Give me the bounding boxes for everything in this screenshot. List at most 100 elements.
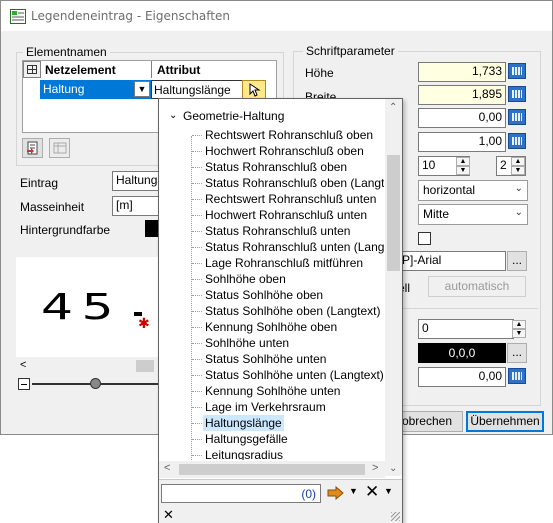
tree-item[interactable]: Sohlhöhe unten bbox=[203, 335, 291, 351]
calculator-icon[interactable] bbox=[508, 133, 526, 149]
spin-down-icon[interactable]: ▼ bbox=[511, 166, 525, 175]
option-checkbox[interactable] bbox=[418, 232, 431, 245]
tree-item[interactable]: Haltungsgefälle bbox=[203, 431, 290, 447]
preview-hscroll[interactable]: < bbox=[16, 359, 160, 374]
tree-item[interactable]: Hochwert Rohranschluß oben bbox=[203, 143, 366, 159]
masseinheit-field[interactable]: [m] bbox=[112, 196, 162, 216]
tree-connector bbox=[192, 183, 202, 184]
cursor-icon bbox=[249, 83, 261, 97]
clear-icon[interactable]: ✕ bbox=[365, 482, 379, 502]
tree-item[interactable]: Rechtswert Rohranschluß oben bbox=[203, 127, 375, 143]
spin-down-icon[interactable]: ▼ bbox=[512, 329, 526, 338]
tree-item[interactable]: Status Sohlhöhe oben (Langtext) bbox=[203, 303, 382, 319]
tree-root[interactable]: Geometrie-Haltung bbox=[183, 109, 284, 123]
font-field[interactable]: P]-Arial bbox=[398, 251, 506, 271]
zoom-slider-thumb[interactable] bbox=[90, 378, 101, 389]
tree-hscroll-thumb[interactable] bbox=[179, 464, 365, 475]
tree-item[interactable]: Hochwert Rohranschluß unten bbox=[203, 207, 369, 223]
tree-connector bbox=[192, 263, 202, 264]
tree-item[interactable]: Status Sohlhöhe unten bbox=[203, 351, 328, 367]
attribut-picker-button[interactable] bbox=[242, 80, 266, 99]
alignment-combo-value: horizontal bbox=[423, 183, 476, 197]
tree-item[interactable]: Status Rohranschluß oben bbox=[203, 159, 349, 175]
cell-netzelement[interactable]: Haltung ▼ bbox=[40, 80, 151, 99]
arrow-right-icon[interactable] bbox=[327, 486, 345, 500]
preview-area: 45 ✱ bbox=[16, 257, 160, 357]
tree-item[interactable]: Status Rohranschluß unten (Langtext) bbox=[203, 239, 384, 255]
cell-attribut-text: Haltungslänge bbox=[154, 83, 231, 97]
param-field-last[interactable]: 0,00 bbox=[418, 367, 506, 387]
tree-connector bbox=[192, 375, 202, 376]
tree-connector bbox=[192, 407, 202, 408]
chevron-down-icon[interactable]: ⌄ bbox=[169, 110, 177, 121]
row-indicator bbox=[23, 80, 39, 97]
chevron-down-icon[interactable]: ▼ bbox=[134, 81, 150, 97]
tree-item[interactable]: Sohlhöhe oben bbox=[203, 271, 288, 287]
alignment-combo[interactable]: horizontal ⌄ bbox=[418, 180, 528, 201]
automatisch-button[interactable]: automatisch bbox=[428, 276, 526, 297]
scroll-right-icon[interactable]: > bbox=[372, 462, 378, 474]
param-field-4[interactable]: 1,00 bbox=[418, 132, 506, 152]
vertical-align-combo-value: Mitte bbox=[423, 207, 450, 221]
scroll-up-icon[interactable]: ⌃ bbox=[389, 102, 397, 113]
add-entry-button[interactable] bbox=[22, 138, 43, 158]
tree-item[interactable]: Kennung Sohlhöhe unten bbox=[203, 383, 342, 399]
spin-up-icon[interactable]: ▲ bbox=[512, 320, 526, 329]
chevron-down-icon[interactable]: ▼ bbox=[384, 486, 393, 496]
eintrag-label: Eintrag bbox=[20, 176, 59, 190]
tree-vscroll[interactable]: ⌃ ⌄ bbox=[385, 99, 402, 476]
hoehe-field[interactable]: 1,733 bbox=[418, 62, 506, 82]
chevron-down-icon[interactable]: ⌄ bbox=[515, 207, 523, 218]
zoom-out-icon[interactable] bbox=[18, 378, 30, 390]
param-field-3[interactable]: 0,00 bbox=[418, 108, 506, 128]
tree-item[interactable]: Status Rohranschluß unten bbox=[203, 223, 352, 239]
remove-entry-button[interactable] bbox=[49, 138, 70, 158]
zoom-slider[interactable] bbox=[16, 376, 160, 392]
font-ellipsis-button[interactable]: ... bbox=[507, 251, 527, 271]
window-title: Legendeneintrag - Eigenschaften bbox=[31, 9, 230, 23]
tree-item[interactable]: Status Sohlhöhe unten (Langtext) bbox=[203, 367, 384, 383]
tree-scroll-thumb[interactable] bbox=[387, 155, 400, 271]
breite-field[interactable]: 1,895 bbox=[418, 85, 506, 105]
scroll-down-icon[interactable]: ⌄ bbox=[389, 463, 397, 474]
calculator-icon[interactable] bbox=[508, 109, 526, 125]
preview-scroll-thumb[interactable] bbox=[136, 360, 154, 372]
eintrag-field[interactable]: Haltungsl bbox=[112, 171, 162, 191]
scroll-left-icon[interactable]: < bbox=[164, 462, 170, 474]
tree-connector bbox=[192, 199, 202, 200]
tree-search-input[interactable]: (0) bbox=[161, 484, 321, 503]
spin-up-icon[interactable]: ▲ bbox=[511, 157, 525, 166]
tree-item[interactable]: Status Sohlhöhe oben bbox=[203, 287, 325, 303]
tree-item[interactable]: Leitungsradius bbox=[203, 447, 285, 460]
font-color-field[interactable]: 0,0,0 bbox=[418, 343, 506, 363]
tree-hscroll[interactable]: < > bbox=[159, 461, 385, 478]
calculator-icon[interactable] bbox=[508, 86, 526, 102]
scroll-left-icon[interactable]: < bbox=[20, 359, 26, 371]
tree-item[interactable]: Kennung Sohlhöhe oben bbox=[203, 319, 339, 335]
rotation-field[interactable]: 0 bbox=[418, 319, 514, 339]
close-icon[interactable]: ✕ bbox=[163, 507, 174, 523]
calculator-icon[interactable] bbox=[508, 368, 526, 384]
vertical-align-combo[interactable]: Mitte ⌄ bbox=[418, 204, 528, 225]
spin-up-icon[interactable]: ▲ bbox=[456, 157, 470, 166]
grid-disabled-icon bbox=[53, 142, 66, 154]
document-add-icon bbox=[26, 141, 37, 155]
apply-button[interactable]: Übernehmen bbox=[466, 411, 544, 432]
tree-item[interactable]: Lage Rohranschluß mitführen bbox=[203, 255, 365, 271]
col-header-attribut[interactable]: Attribut bbox=[157, 63, 200, 77]
spin-down-icon[interactable]: ▼ bbox=[456, 166, 470, 175]
col-header-netzelement[interactable]: Netzelement bbox=[45, 63, 116, 77]
attribute-tree[interactable]: ⌄ Geometrie-Haltung Rechtswert Rohransch… bbox=[159, 108, 384, 460]
elementnamen-label: Elementnamen bbox=[23, 45, 110, 59]
tree-item[interactable]: Haltungslänge bbox=[203, 415, 284, 431]
tree-item[interactable]: Status Rohranschluß oben (Langtext) bbox=[203, 175, 384, 191]
color-ellipsis-button[interactable]: ... bbox=[507, 343, 527, 363]
calculator-icon[interactable] bbox=[508, 63, 526, 79]
tree-item[interactable]: Rechtswert Rohranschluß unten bbox=[203, 191, 378, 207]
resize-grip-icon[interactable] bbox=[391, 512, 400, 521]
tree-connector bbox=[192, 391, 202, 392]
grid-corner-icon[interactable] bbox=[23, 61, 41, 78]
chevron-down-icon[interactable]: ▼ bbox=[349, 486, 358, 496]
chevron-down-icon[interactable]: ⌄ bbox=[515, 183, 523, 194]
tree-item[interactable]: Lage im Verkehrsraum bbox=[203, 399, 328, 415]
